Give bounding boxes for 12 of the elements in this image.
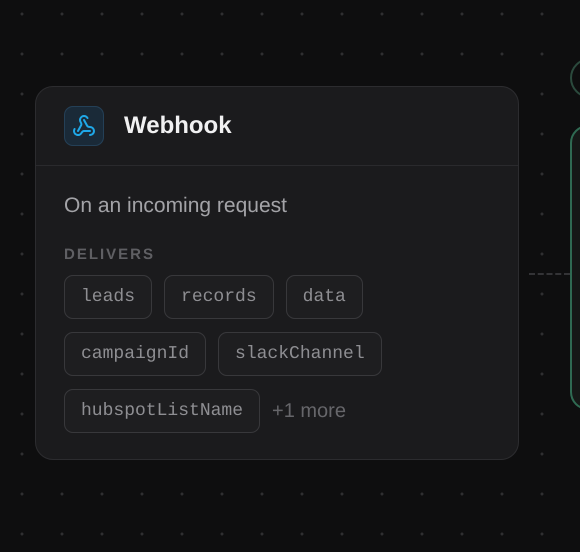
output-tag: campaignId [64,332,206,376]
node-title: Webhook [124,112,232,140]
node-description: On an incoming request [64,194,288,218]
section-label: DELIVERS [64,246,156,263]
webhook-icon [64,106,104,146]
more-count: +1 more [272,400,346,422]
webhook-node-card[interactable]: Webhook On an incoming request DELIVERS leads records data campaignId slackChannel hubspotListName +1 more [35,86,519,460]
output-tag: slackChannel [218,332,382,376]
output-tag: records [164,275,274,319]
output-tag: leads [64,275,152,319]
output-tag: data [286,275,363,319]
output-tag: hubspotListName [64,389,260,433]
